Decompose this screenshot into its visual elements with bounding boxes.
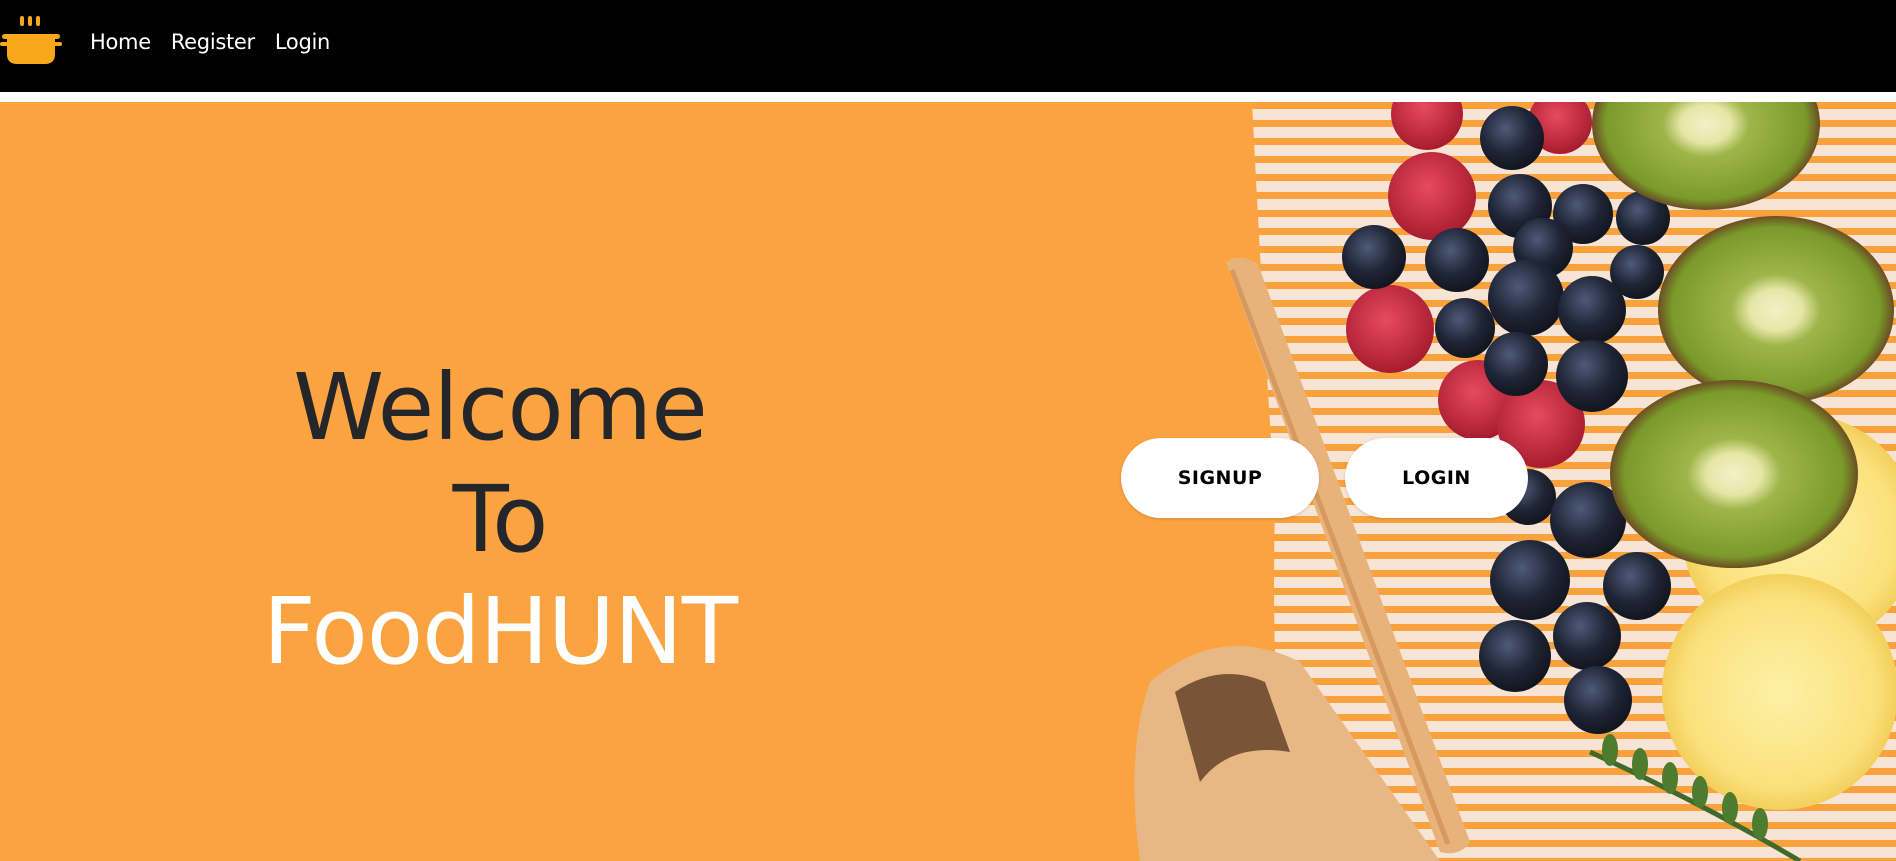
top-navbar: Home Register Login xyxy=(0,0,1896,92)
welcome-line-1: Welcome xyxy=(293,354,708,461)
login-button[interactable]: LOGIN xyxy=(1345,438,1528,518)
welcome-line-2: To xyxy=(452,466,549,573)
brand-name: FoodHUNT xyxy=(262,578,738,685)
nav-register-link[interactable]: Register xyxy=(171,30,255,54)
nav-home-link[interactable]: Home xyxy=(90,30,151,54)
nav-login-link[interactable]: Login xyxy=(275,30,330,54)
hero-section: Welcome To FoodHUNT SIGNUP LOGIN xyxy=(0,102,1896,861)
nav-links: Home Register Login xyxy=(90,30,330,54)
signup-button[interactable]: SIGNUP xyxy=(1121,438,1319,518)
cooking-pot-icon[interactable] xyxy=(0,14,62,70)
welcome-heading: Welcome To FoodHUNT xyxy=(200,352,800,688)
nav-divider xyxy=(0,92,1896,102)
